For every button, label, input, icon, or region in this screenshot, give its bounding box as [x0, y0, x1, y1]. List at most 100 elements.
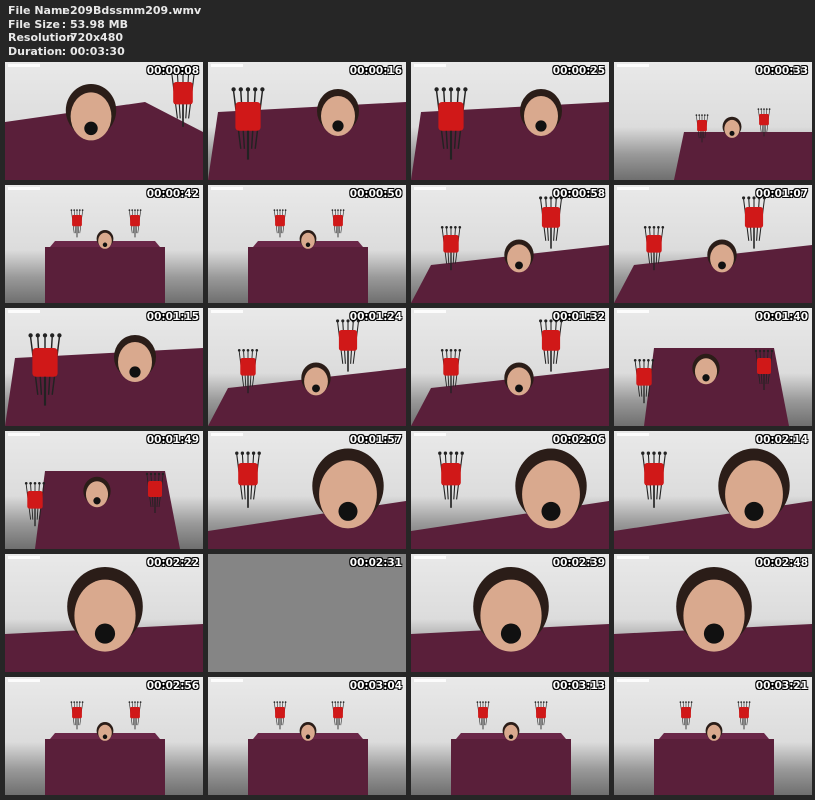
thumbnail-timestamp: 00:03:04 — [349, 680, 402, 692]
video-thumbnail: 00:02:06 — [411, 431, 609, 549]
video-thumbnail: 00:01:32 — [411, 308, 609, 426]
duration-value: 00:03:30 — [70, 44, 125, 58]
separator: : — [61, 44, 67, 58]
thumbnail-timestamp: 00:00:42 — [146, 188, 199, 200]
video-thumbnail: 00:00:42 — [5, 185, 203, 303]
thumbnail-frame-image — [633, 348, 789, 426]
watermark-logo — [414, 556, 446, 559]
thumbnail-timestamp: 00:02:56 — [146, 680, 199, 692]
thumbnail-timestamp: 00:00:25 — [552, 65, 605, 77]
thumbnail-frame-image — [451, 701, 571, 795]
watermark-logo — [414, 433, 446, 436]
video-thumbnail: 00:02:31 — [208, 554, 406, 672]
video-thumbnail: 00:00:16 — [208, 62, 406, 180]
thumbnail-timestamp: 00:00:08 — [146, 65, 199, 77]
file-size-value: 53.98 MB — [70, 17, 128, 31]
watermark-logo — [211, 679, 243, 682]
thumbnail-frame-image — [5, 70, 203, 180]
thumbnail-timestamp: 00:02:06 — [552, 434, 605, 446]
watermark-logo — [8, 310, 40, 313]
separator: : — [61, 31, 67, 44]
thumbnail-frame-image — [208, 448, 406, 549]
thumbnail-frame-image — [614, 567, 812, 672]
thumbnail-frame-image — [411, 196, 609, 303]
video-thumbnail: 00:03:21 — [614, 677, 812, 795]
thumbnail-timestamp: 00:01:24 — [349, 311, 402, 323]
thumbnail-timestamp: 00:01:15 — [146, 311, 199, 323]
video-thumbnail: 00:01:24 — [208, 308, 406, 426]
thumbnail-timestamp: 00:01:40 — [755, 311, 808, 323]
watermark-logo — [617, 310, 649, 313]
thumbnail-frame-image — [248, 209, 368, 303]
thumbnail-timestamp: 00:01:32 — [552, 311, 605, 323]
resolution-row: Resolution : 720x480 — [8, 31, 201, 45]
thumbnail-timestamp: 00:00:58 — [552, 188, 605, 200]
watermark-logo — [8, 679, 40, 682]
thumbnail-timestamp: 00:00:50 — [349, 188, 402, 200]
watermark-logo — [8, 433, 40, 436]
video-thumbnail: 00:00:50 — [208, 185, 406, 303]
watermark-logo — [617, 64, 649, 67]
thumbnail-frame-image — [654, 701, 774, 795]
thumbnail-timestamp: 00:02:22 — [146, 557, 199, 569]
thumbnail-timestamp: 00:01:07 — [755, 188, 808, 200]
watermark-logo — [211, 187, 243, 190]
thumbnail-timestamp: 00:02:31 — [349, 557, 402, 569]
video-thumbnail: 00:01:15 — [5, 308, 203, 426]
duration-label: Duration — [8, 44, 63, 58]
watermark-logo — [211, 310, 243, 313]
thumbnail-frame-image — [248, 701, 368, 795]
thumbnail-frame-image — [45, 701, 165, 795]
video-thumbnail: 00:02:22 — [5, 554, 203, 672]
watermark-logo — [617, 556, 649, 559]
thumbnail-grid: 00:00:08 00:00:16 00:00:25 00:00:33 00:00:42… — [5, 62, 812, 795]
thumbnail-frame-image — [45, 209, 165, 303]
thumbnail-frame-image — [411, 567, 609, 672]
thumbnail-timestamp: 00:02:48 — [755, 557, 808, 569]
thumbnail-frame-image — [5, 567, 203, 672]
watermark-logo — [617, 679, 649, 682]
video-thumbnail: 00:03:04 — [208, 677, 406, 795]
watermark-logo — [8, 64, 40, 67]
file-name-row: File Name : 209Bdssmm209.wmv — [8, 4, 201, 18]
separator: : — [61, 17, 67, 31]
thumbnail-frame-image — [674, 108, 812, 180]
thumbnail-timestamp: 00:00:16 — [349, 65, 402, 77]
video-thumbnail: 00:02:39 — [411, 554, 609, 672]
thumbnail-timestamp: 00:01:49 — [146, 434, 199, 446]
thumbnail-timestamp: 00:02:39 — [552, 557, 605, 569]
watermark-logo — [414, 187, 446, 190]
file-info-panel: File Name : 209Bdssmm209.wmv File Size :… — [8, 4, 201, 58]
thumbnail-timestamp: 00:01:57 — [349, 434, 402, 446]
thumbnail-frame-image — [411, 448, 609, 549]
video-thumbnail: 00:03:13 — [411, 677, 609, 795]
file-size-row: File Size : 53.98 MB — [8, 18, 201, 32]
video-thumbnail: 00:02:14 — [614, 431, 812, 549]
file-size-label: File Size — [8, 17, 60, 31]
watermark-logo — [414, 679, 446, 682]
watermark-logo — [211, 433, 243, 436]
thumbnail-frame-image — [5, 333, 203, 426]
watermark-logo — [617, 433, 649, 436]
file-name-value: 209Bdssmm209.wmv — [70, 4, 202, 17]
video-thumbnail: 00:02:48 — [614, 554, 812, 672]
video-thumbnail: 00:01:49 — [5, 431, 203, 549]
video-thumbnail: 00:00:08 — [5, 62, 203, 180]
video-thumbnail: 00:01:57 — [208, 431, 406, 549]
watermark-logo — [414, 64, 446, 67]
thumbnail-timestamp: 00:00:33 — [755, 65, 808, 77]
thumbnail-frame-image — [208, 319, 406, 426]
file-name-label: File Name — [8, 4, 70, 17]
watermark-logo — [414, 310, 446, 313]
contact-sheet: File Name : 209Bdssmm209.wmv File Size :… — [0, 0, 815, 800]
thumbnail-timestamp: 00:02:14 — [755, 434, 808, 446]
watermark-logo — [617, 187, 649, 190]
thumbnail-timestamp: 00:03:21 — [755, 680, 808, 692]
thumbnail-frame-image — [411, 319, 609, 426]
watermark-logo — [8, 187, 40, 190]
duration-row: Duration : 00:03:30 — [8, 45, 201, 59]
video-thumbnail: 00:02:56 — [5, 677, 203, 795]
thumbnail-frame-image — [614, 196, 812, 303]
thumbnail-frame-image — [614, 448, 812, 549]
video-thumbnail: 00:00:33 — [614, 62, 812, 180]
